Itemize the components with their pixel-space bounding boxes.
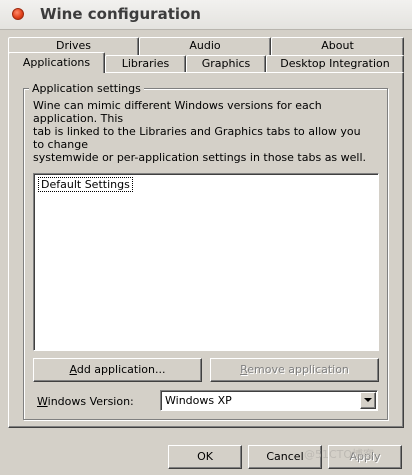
window-close-button[interactable]	[12, 8, 24, 20]
window-title: Wine configuration	[40, 5, 201, 23]
title-bar: Wine configuration	[0, 0, 412, 30]
description-text: Wine can mimic different Windows version…	[33, 99, 367, 164]
tab-graphics[interactable]: Graphics	[186, 55, 266, 73]
tab-audio[interactable]: Audio	[139, 37, 271, 55]
watermark: @51CTO博客	[304, 448, 375, 461]
remove-application-button[interactable]: Remove application	[210, 358, 379, 382]
tab-about[interactable]: About	[271, 37, 404, 55]
dropdown-arrow-button[interactable]	[360, 392, 376, 409]
tab-desktop-integration[interactable]: Desktop Integration	[266, 55, 404, 73]
add-button-mnemonic: A	[69, 363, 77, 376]
version-label-mnemonic: W	[37, 395, 48, 408]
tab-libraries[interactable]: Libraries	[105, 55, 186, 73]
add-application-button[interactable]: Add application...	[33, 358, 202, 382]
version-label-text: indows Version:	[47, 395, 134, 408]
windows-version-value: Windows XP	[165, 394, 232, 407]
remove-button-label: emove application	[247, 363, 349, 376]
list-item[interactable]: Default Settings	[38, 177, 133, 192]
ok-button[interactable]: OK	[168, 445, 242, 469]
chevron-down-icon	[364, 398, 372, 402]
windows-version-label: Windows Version:	[37, 395, 134, 408]
group-label: Application settings	[29, 82, 144, 95]
tab-applications[interactable]: Applications	[8, 52, 105, 73]
add-button-label: dd application...	[76, 363, 166, 376]
application-list[interactable]: Default Settings	[33, 173, 379, 351]
windows-version-select[interactable]: Windows XP	[160, 390, 378, 411]
